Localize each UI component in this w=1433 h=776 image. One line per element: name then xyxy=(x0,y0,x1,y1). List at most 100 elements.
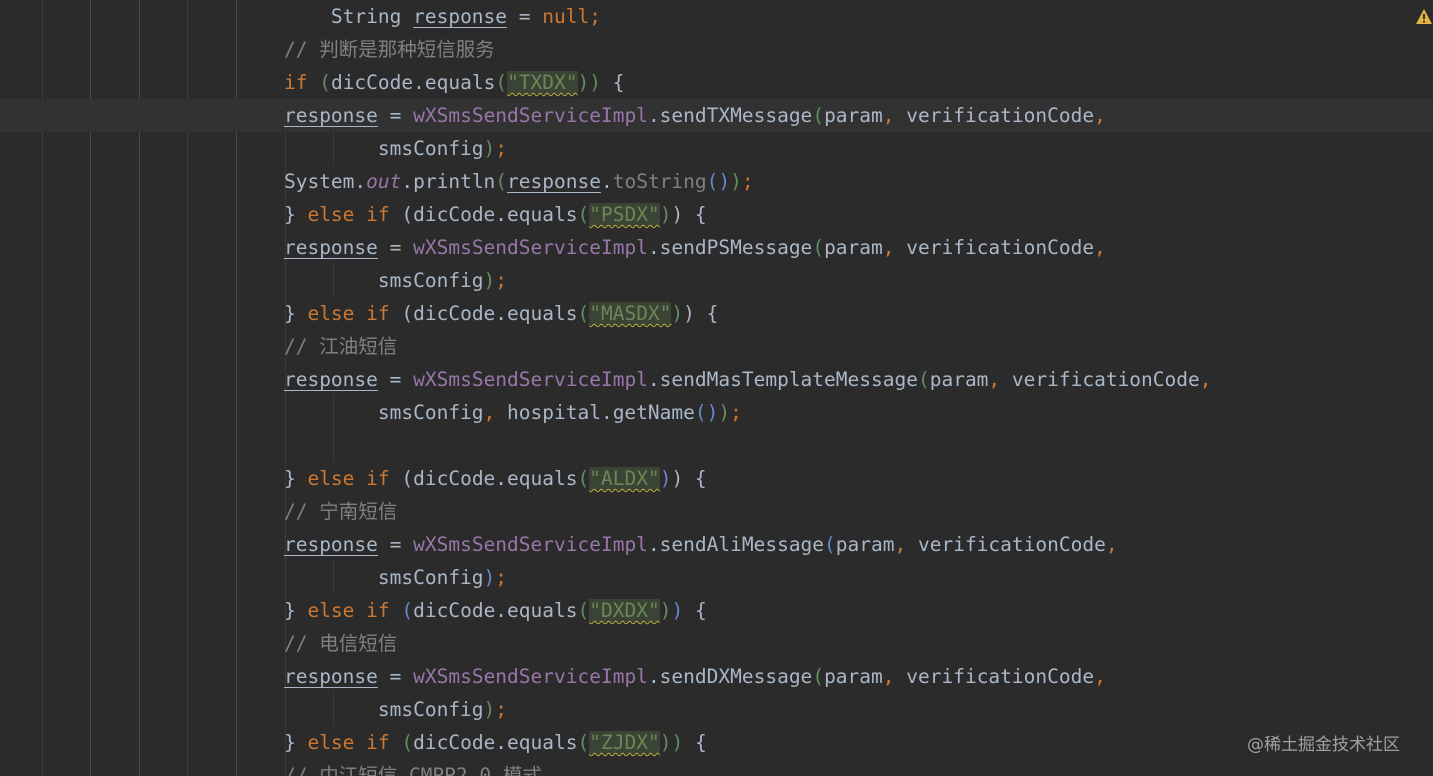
code-line[interactable]: smsConfig); xyxy=(0,264,1433,297)
code-token: ) xyxy=(718,401,731,424)
code-line[interactable]: if (dicCode.equals("TXDX")) { xyxy=(0,66,1433,99)
code-token: null xyxy=(542,5,590,28)
code-line[interactable]: response = wXSmsSendServiceImpl.sendTXMe… xyxy=(0,99,1433,132)
code-token: ( xyxy=(319,71,331,94)
code-comment: // 中江短信 CMPP2.0 模式 xyxy=(283,764,542,776)
code-token: response xyxy=(283,368,378,391)
code-text: // 判断是那种短信服务 xyxy=(237,33,495,66)
code-token: .sendMasTemplateMessage xyxy=(647,368,918,391)
code-token: ( xyxy=(824,533,836,556)
code-line[interactable]: // 江油短信 xyxy=(0,330,1433,363)
code-comment: // 宁南短信 xyxy=(283,500,398,523)
code-token: { xyxy=(601,71,625,94)
code-line[interactable]: response = wXSmsSendServiceImpl.sendPSMe… xyxy=(0,231,1433,264)
warning-icon[interactable] xyxy=(1415,8,1433,26)
code-token: ) xyxy=(483,698,496,721)
code-line[interactable]: } else if (dicCode.equals("DXDX")) { xyxy=(0,594,1433,627)
code-text: } else if (dicCode.equals("ZJDX")) { xyxy=(237,726,707,759)
code-text: } else if (dicCode.equals("DXDX")) { xyxy=(237,594,707,627)
code-token: ) { xyxy=(671,203,707,226)
code-token: else if xyxy=(307,731,402,754)
code-text: smsConfig); xyxy=(237,693,507,726)
code-line[interactable]: System.out.println(response.toString()); xyxy=(0,165,1433,198)
string-literal: "DXDX" xyxy=(589,599,660,622)
watermark: @稀土掘金技术社区 xyxy=(1247,735,1400,755)
code-line[interactable]: } else if (dicCode.equals("PSDX")) { xyxy=(0,198,1433,231)
code-token: { xyxy=(683,731,707,754)
code-token: .sendPSMessage xyxy=(647,236,813,259)
code-token: ) xyxy=(589,71,602,94)
code-token: = xyxy=(377,665,414,688)
code-token: ) xyxy=(671,731,684,754)
code-token: verificationCode xyxy=(906,104,1095,127)
code-line[interactable]: // 中江短信 CMPP2.0 模式 xyxy=(0,759,1433,776)
code-line[interactable]: response = wXSmsSendServiceImpl.sendMasT… xyxy=(0,363,1433,396)
code-line[interactable]: response = wXSmsSendServiceImpl.sendDXMe… xyxy=(0,660,1433,693)
string-literal: "ZJDX" xyxy=(589,731,660,754)
code-text: smsConfig); xyxy=(237,132,507,165)
code-text: response = wXSmsSendServiceImpl.sendAliM… xyxy=(237,528,1118,561)
code-token: ; xyxy=(589,5,601,28)
code-token: , xyxy=(988,368,1012,391)
code-token: response xyxy=(507,170,601,193)
code-token: wXSmsSendServiceImpl xyxy=(413,368,648,391)
code-token: } xyxy=(283,203,308,226)
code-token: .sendAliMessage xyxy=(647,533,825,556)
code-token: , xyxy=(882,104,907,127)
code-token: verificationCode xyxy=(1011,368,1200,391)
code-token: ; xyxy=(495,269,508,292)
code-comment: // 判断是那种短信服务 xyxy=(283,38,495,61)
code-token: ) xyxy=(483,137,496,160)
code-token: } xyxy=(283,302,308,325)
code-token: = xyxy=(377,104,414,127)
code-token: ; xyxy=(495,566,508,589)
code-text: // 江油短信 xyxy=(237,330,397,363)
code-text: } else if (dicCode.equals("PSDX")) { xyxy=(237,198,707,231)
code-line[interactable]: smsConfig); xyxy=(0,693,1433,726)
code-token: (dicCode.equals xyxy=(401,203,578,226)
code-token: ( xyxy=(495,71,508,94)
code-token: ) xyxy=(659,599,672,622)
code-token: ) xyxy=(577,71,590,94)
code-token: , xyxy=(1094,236,1106,259)
code-line[interactable]: // 判断是那种短信服务 xyxy=(0,33,1433,66)
code-token: System. xyxy=(237,170,367,193)
code-text: response = wXSmsSendServiceImpl.sendDXMe… xyxy=(237,660,1106,693)
code-line[interactable]: } else if (dicCode.equals("ZJDX")) { xyxy=(0,726,1433,759)
code-line[interactable]: smsConfig); xyxy=(0,132,1433,165)
code-line[interactable]: smsConfig); xyxy=(0,561,1433,594)
code-token: ) xyxy=(659,731,672,754)
code-line[interactable]: } else if (dicCode.equals("MASDX")) { xyxy=(0,297,1433,330)
code-line[interactable]: smsConfig, hospital.getName()); xyxy=(0,396,1433,429)
code-text: smsConfig); xyxy=(237,561,507,594)
code-token: ( xyxy=(577,203,590,226)
code-token: response xyxy=(413,5,508,28)
code-line[interactable]: } else if (dicCode.equals("ALDX")) { xyxy=(0,462,1433,495)
code-token: ) xyxy=(730,170,742,193)
code-line[interactable]: String response = null; xyxy=(0,0,1433,33)
code-editor[interactable]: String response = null; // 判断是那种短信服务 if … xyxy=(0,0,1433,776)
code-text: if (dicCode.equals("TXDX")) { xyxy=(237,66,625,99)
code-comment: // 江油短信 xyxy=(283,335,398,358)
string-literal: "PSDX" xyxy=(589,203,660,226)
code-text: response = wXSmsSendServiceImpl.sendPSMe… xyxy=(237,231,1106,264)
code-token: wXSmsSendServiceImpl xyxy=(413,665,648,688)
code-line[interactable]: // 宁南短信 xyxy=(0,495,1433,528)
code-token: wXSmsSendServiceImpl xyxy=(413,236,648,259)
code-token: smsConfig xyxy=(237,566,484,589)
code-line[interactable]: response = wXSmsSendServiceImpl.sendAliM… xyxy=(0,528,1433,561)
code-token: ; xyxy=(495,698,508,721)
code-token: ) xyxy=(483,269,496,292)
code-line[interactable]: // 电信短信 xyxy=(0,627,1433,660)
code-text: // 电信短信 xyxy=(237,627,397,660)
code-token: smsConfig xyxy=(237,698,484,721)
code-token: ( xyxy=(495,170,508,193)
code-token: , xyxy=(1094,104,1106,127)
code-token: ; xyxy=(495,137,508,160)
string-literal: "ALDX" xyxy=(589,467,660,490)
string-literal: "MASDX" xyxy=(589,302,672,325)
code-line[interactable] xyxy=(0,429,1433,462)
code-token: response xyxy=(283,236,378,259)
